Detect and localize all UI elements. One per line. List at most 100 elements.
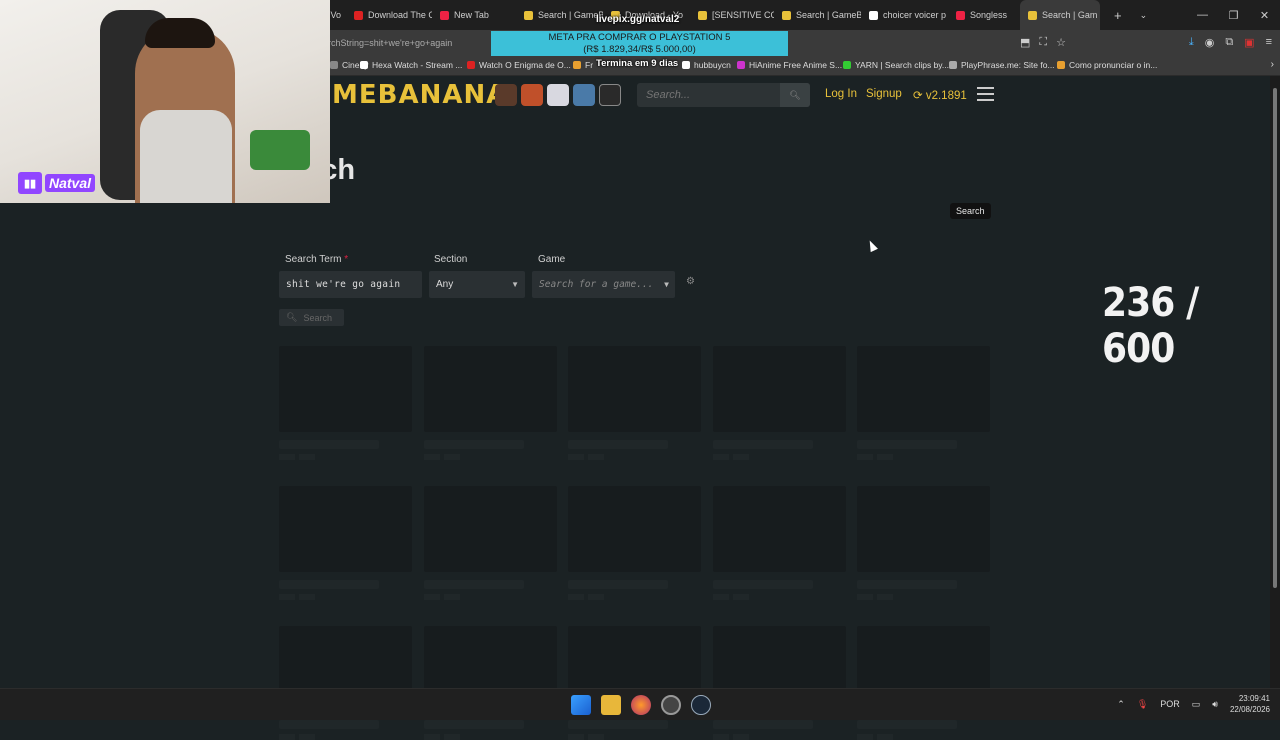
tab-label: [SENSITIVE CON [712, 10, 774, 20]
bookmark-label: Fr [585, 60, 594, 70]
goal-progress: (R$ 1.829,34/R$ 5.000,00) [583, 44, 696, 55]
tab-favicon-icon [440, 10, 449, 20]
browser-tab[interactable]: Download The C [346, 0, 432, 30]
windows-start-icon[interactable] [571, 695, 591, 715]
browser-tab[interactable]: Search | GameB [774, 0, 861, 30]
card-title-placeholder [279, 440, 379, 449]
tab-label: Download The C [368, 10, 432, 20]
bookmark-item[interactable]: Como pronunciar o in... [1057, 60, 1157, 70]
volume-icon[interactable]: 🔊︎ [1212, 699, 1218, 710]
result-card-placeholder [712, 346, 846, 460]
section-select[interactable]: Any ▼ [429, 271, 525, 298]
window-controls: — ❐ ✕ [1187, 0, 1280, 30]
card-title-placeholder [423, 580, 524, 589]
tab-label: Search | Gam [1042, 10, 1098, 20]
card-meta-placeholder [712, 734, 846, 740]
minimize-button[interactable]: — [1187, 0, 1218, 30]
result-card-placeholder [568, 346, 701, 460]
translate-icon[interactable]: ⛶ [1039, 36, 1047, 49]
chrome-icon[interactable] [661, 695, 681, 715]
hamburger-menu-icon[interactable] [977, 87, 994, 105]
bookmark-item[interactable]: HiAnime Free Anime S... [737, 60, 842, 70]
background-flag [250, 130, 310, 170]
browser-tab[interactable]: choicer voicer p [861, 0, 948, 30]
bookmark-favicon-icon [573, 61, 581, 69]
language-indicator[interactable]: POR [1160, 699, 1180, 709]
browser-tab[interactable]: Search | GameB [516, 0, 603, 30]
bookmark-item[interactable]: Watch O Enigma de O... [467, 60, 571, 70]
browser-tab[interactable]: Songless [948, 0, 1020, 30]
clock-date: 22/08/2026 [1229, 705, 1270, 714]
close-window-button[interactable]: ✕ [1249, 0, 1280, 30]
game-icon-shadow[interactable] [599, 84, 621, 106]
game-icon-tf2[interactable] [521, 84, 543, 106]
url-field[interactable]: rchString=shit+we're+go+again [328, 38, 452, 48]
bookmark-label: HiAnime Free Anime S... [749, 60, 843, 70]
result-card-placeholder [568, 486, 701, 600]
bookmark-item[interactable]: hubbuycn [682, 60, 731, 70]
game-icon-blue[interactable] [573, 84, 595, 106]
site-search-button[interactable]: 🔍︎ [780, 83, 810, 107]
site-logo[interactable]: MEBANANA [332, 80, 507, 110]
signup-link[interactable]: Signup [866, 88, 902, 100]
section-label: Section [434, 254, 468, 265]
game-search-input[interactable]: Search for a game... ▼ [532, 271, 675, 298]
login-link[interactable]: Log In [825, 88, 857, 100]
install-app-icon[interactable]: ⬒ [1020, 36, 1030, 49]
page-scrollbar[interactable] [1270, 76, 1280, 688]
bookmark-favicon-icon [737, 61, 745, 69]
bookmark-item[interactable]: Fr [573, 60, 593, 70]
microphone-icon[interactable]: 🎙︎ [1137, 699, 1148, 710]
address-actions: ⬒ ⛶ ☆ [1020, 36, 1066, 49]
card-meta-placeholder [423, 734, 557, 740]
result-card-placeholder [423, 346, 557, 460]
network-icon[interactable]: ▭ [1192, 699, 1201, 710]
taskbar-apps [571, 695, 711, 715]
stream-counter: 236 / 600 [1102, 280, 1199, 372]
card-image-placeholder [423, 346, 557, 432]
tab-list-chevron-icon[interactable]: ⌄ [1140, 10, 1148, 21]
tab-favicon-icon [956, 10, 965, 20]
new-tab-button[interactable]: + [1114, 8, 1122, 23]
menu-icon[interactable]: ≡ [1266, 36, 1272, 49]
tray-chevron-up-icon[interactable]: ⌃ [1117, 699, 1125, 710]
card-image-placeholder [568, 346, 701, 432]
taskbar: ⌃ 🎙︎ POR ▭ 🔊︎ 23:09:41 22/08/2026 [0, 688, 1280, 720]
bookmark-star-icon[interactable]: ☆ [1056, 36, 1066, 49]
card-meta-placeholder [712, 594, 846, 600]
search-button[interactable]: 🔍︎ Search [279, 309, 344, 326]
bookmark-label: YARN | Search clips by... [855, 60, 950, 70]
goal-title: META PRA COMPRAR O PLAYSTATION 5 [548, 32, 731, 43]
card-title-placeholder [857, 720, 957, 729]
bookmark-favicon-icon [843, 61, 851, 69]
streamer-shirt [140, 110, 232, 203]
file-explorer-icon[interactable] [601, 695, 621, 715]
settings-gear-icon[interactable]: ⚙ [686, 276, 695, 287]
profile-icon[interactable]: ◉ [1205, 36, 1215, 49]
bookmark-item[interactable]: Hexa Watch - Stream ... [360, 60, 462, 70]
game-icon-anime[interactable] [547, 84, 569, 106]
more-bookmarks-chevron-icon[interactable]: › [1271, 59, 1274, 70]
browser-tab[interactable]: Search | Gam✕ [1020, 0, 1100, 30]
restore-button[interactable]: ❐ [1218, 0, 1249, 30]
bookmark-label: Como pronunciar o in... [1069, 60, 1158, 70]
card-meta-placeholder [857, 734, 990, 740]
clock[interactable]: 23:09:41 22/08/2026 [1230, 693, 1270, 715]
steam-icon[interactable] [691, 695, 711, 715]
download-icon[interactable]: ⤓ [1189, 36, 1194, 49]
browser-tab[interactable]: New Tab [432, 0, 516, 30]
version-link[interactable]: ⟳ v2.1891 [913, 88, 967, 102]
scrollbar-thumb[interactable] [1273, 88, 1277, 588]
required-marker: * [344, 254, 349, 265]
result-card-placeholder [423, 626, 557, 740]
bookmark-item[interactable]: YARN | Search clips by... [843, 60, 949, 70]
search-term-input[interactable]: shit we're go again [279, 271, 422, 298]
bookmark-item[interactable]: PlayPhrase.me: Site fo... [949, 60, 1055, 70]
site-search-input[interactable] [637, 83, 779, 107]
game-icon-fnaf[interactable] [495, 84, 517, 106]
account-icon[interactable]: ▣ [1244, 36, 1254, 49]
browser-tab[interactable]: [SENSITIVE CON [690, 0, 774, 30]
card-title-placeholder [712, 580, 813, 589]
extensions-icon[interactable]: ⧉ [1225, 36, 1233, 49]
firefox-icon[interactable] [631, 695, 651, 715]
